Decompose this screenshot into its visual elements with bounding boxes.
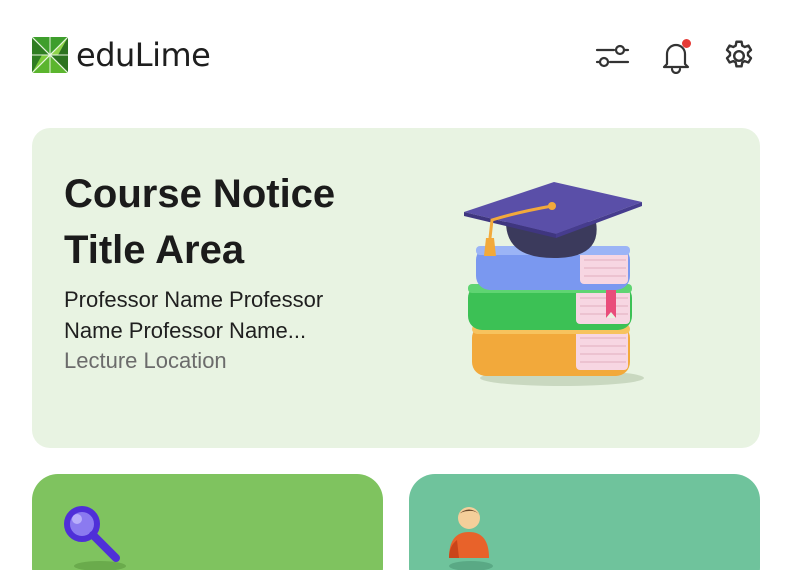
logo-mark-icon: [32, 37, 68, 73]
gear-icon: [725, 40, 753, 68]
app-logo[interactable]: eduLime: [32, 36, 211, 74]
profile-tile[interactable]: [409, 474, 760, 570]
app-header: eduLime: [0, 0, 792, 110]
notifications-button[interactable]: [658, 38, 694, 74]
person-icon: [449, 507, 493, 570]
course-notice-card[interactable]: Course Notice Title Area Professor Name …: [32, 128, 760, 448]
app-name: eduLime: [76, 36, 211, 74]
sliders-icon: [595, 44, 630, 68]
filter-button[interactable]: [594, 38, 630, 74]
graduation-books-icon: [464, 182, 644, 386]
notification-dot: [682, 39, 691, 48]
search-tile[interactable]: [32, 474, 383, 570]
settings-button[interactable]: [721, 38, 757, 74]
professor-name: Professor Name Professor Name Professor …: [64, 287, 324, 343]
lecture-location: Lecture Location: [64, 348, 227, 373]
magnifier-icon: [64, 506, 126, 570]
notice-title: Course Notice Title Area: [64, 172, 336, 272]
